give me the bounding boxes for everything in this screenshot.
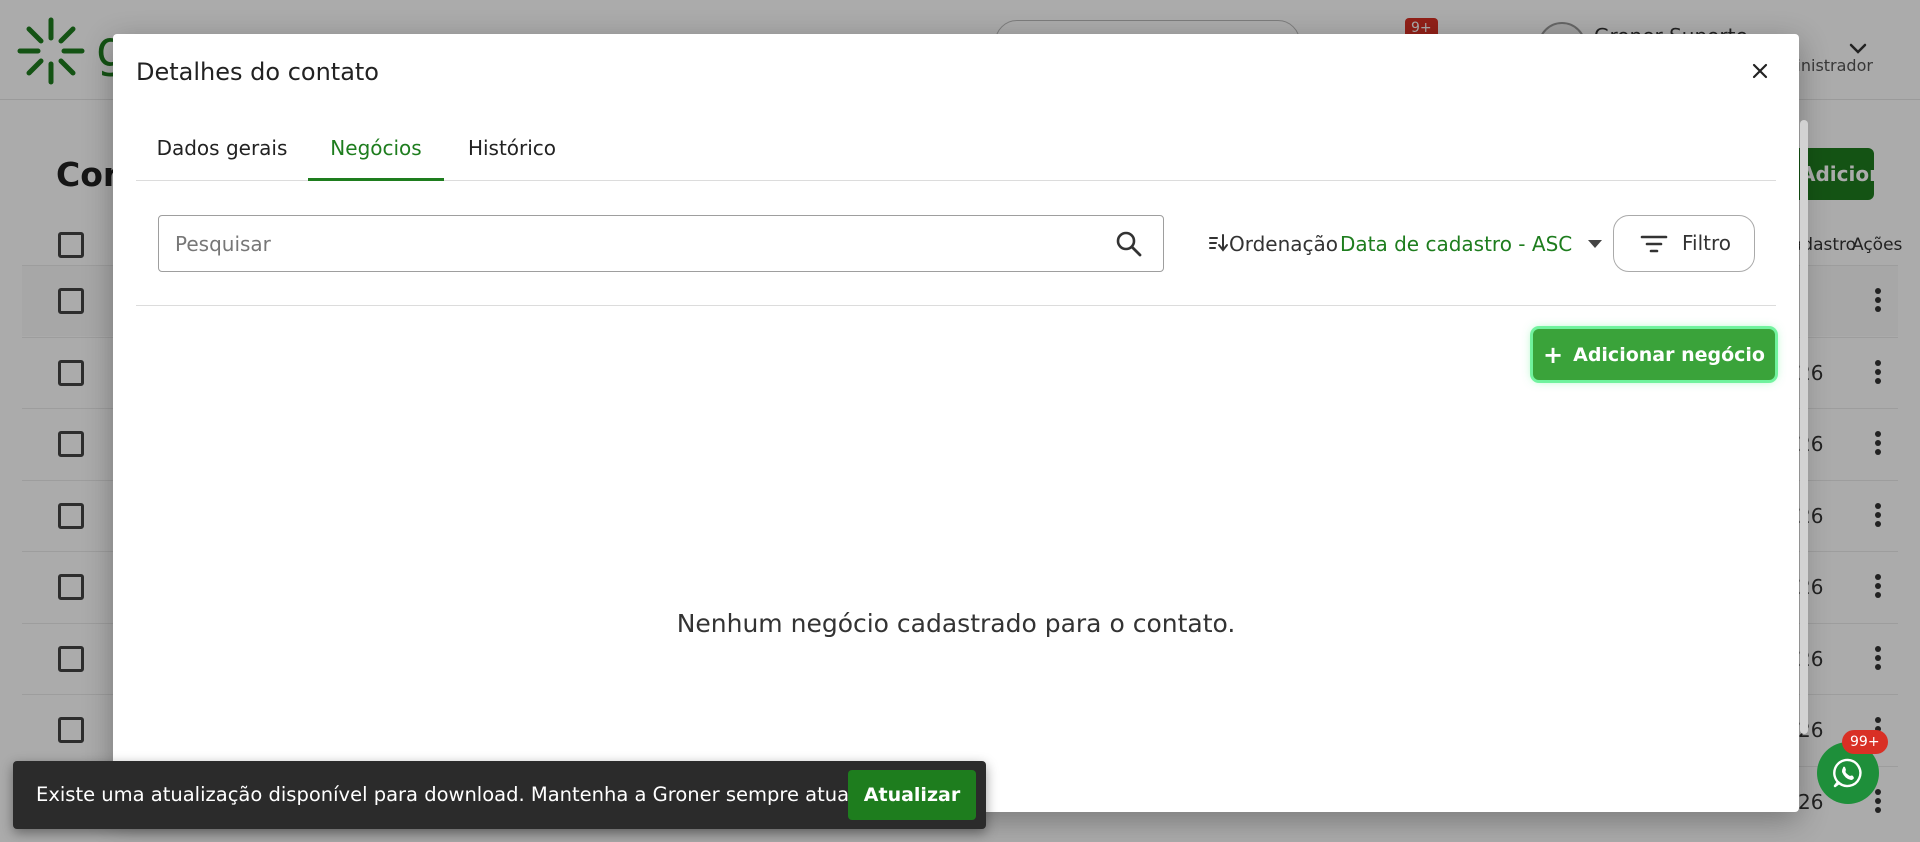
update-button[interactable]: Atualizar [848, 770, 976, 820]
divider [136, 305, 1776, 306]
tab-negocios[interactable]: Negócios [308, 126, 444, 181]
add-deal-button[interactable]: + Adicionar negócio [1533, 329, 1775, 380]
filter-icon [1640, 235, 1668, 253]
contact-details-modal: Detalhes do contato Dados gerais Negócio… [113, 34, 1799, 812]
tab-dados-gerais[interactable]: Dados gerais [136, 126, 308, 181]
tab-bar: Dados gerais Negócios Histórico [136, 126, 1776, 181]
plus-icon: + [1543, 340, 1564, 369]
whatsapp-icon [1833, 758, 1862, 788]
filter-label: Filtro [1682, 231, 1732, 255]
caret-down-icon[interactable] [1587, 238, 1603, 250]
close-button[interactable] [1745, 56, 1775, 86]
modal-scrollbar[interactable] [1800, 120, 1808, 734]
empty-state-message: Nenhum negócio cadastrado para o contato… [676, 609, 1236, 638]
whatsapp-badge: 99+ [1842, 730, 1888, 754]
search-input[interactable] [175, 216, 1095, 271]
filter-button[interactable]: Filtro [1613, 215, 1755, 272]
sort-select[interactable]: Data de cadastro - ASC [1340, 232, 1572, 256]
update-snackbar: Existe uma atualização disponível para d… [13, 761, 986, 829]
close-icon [1752, 63, 1768, 79]
search-icon[interactable] [1115, 230, 1143, 258]
snackbar-message: Existe uma atualização disponível para d… [36, 783, 915, 806]
modal-title: Detalhes do contato [136, 58, 379, 86]
search-field [158, 215, 1164, 272]
tab-historico[interactable]: Histórico [444, 126, 580, 181]
sort-label: Ordenação [1229, 232, 1339, 256]
add-deal-label: Adicionar negócio [1573, 343, 1765, 366]
sort-icon [1209, 234, 1228, 252]
